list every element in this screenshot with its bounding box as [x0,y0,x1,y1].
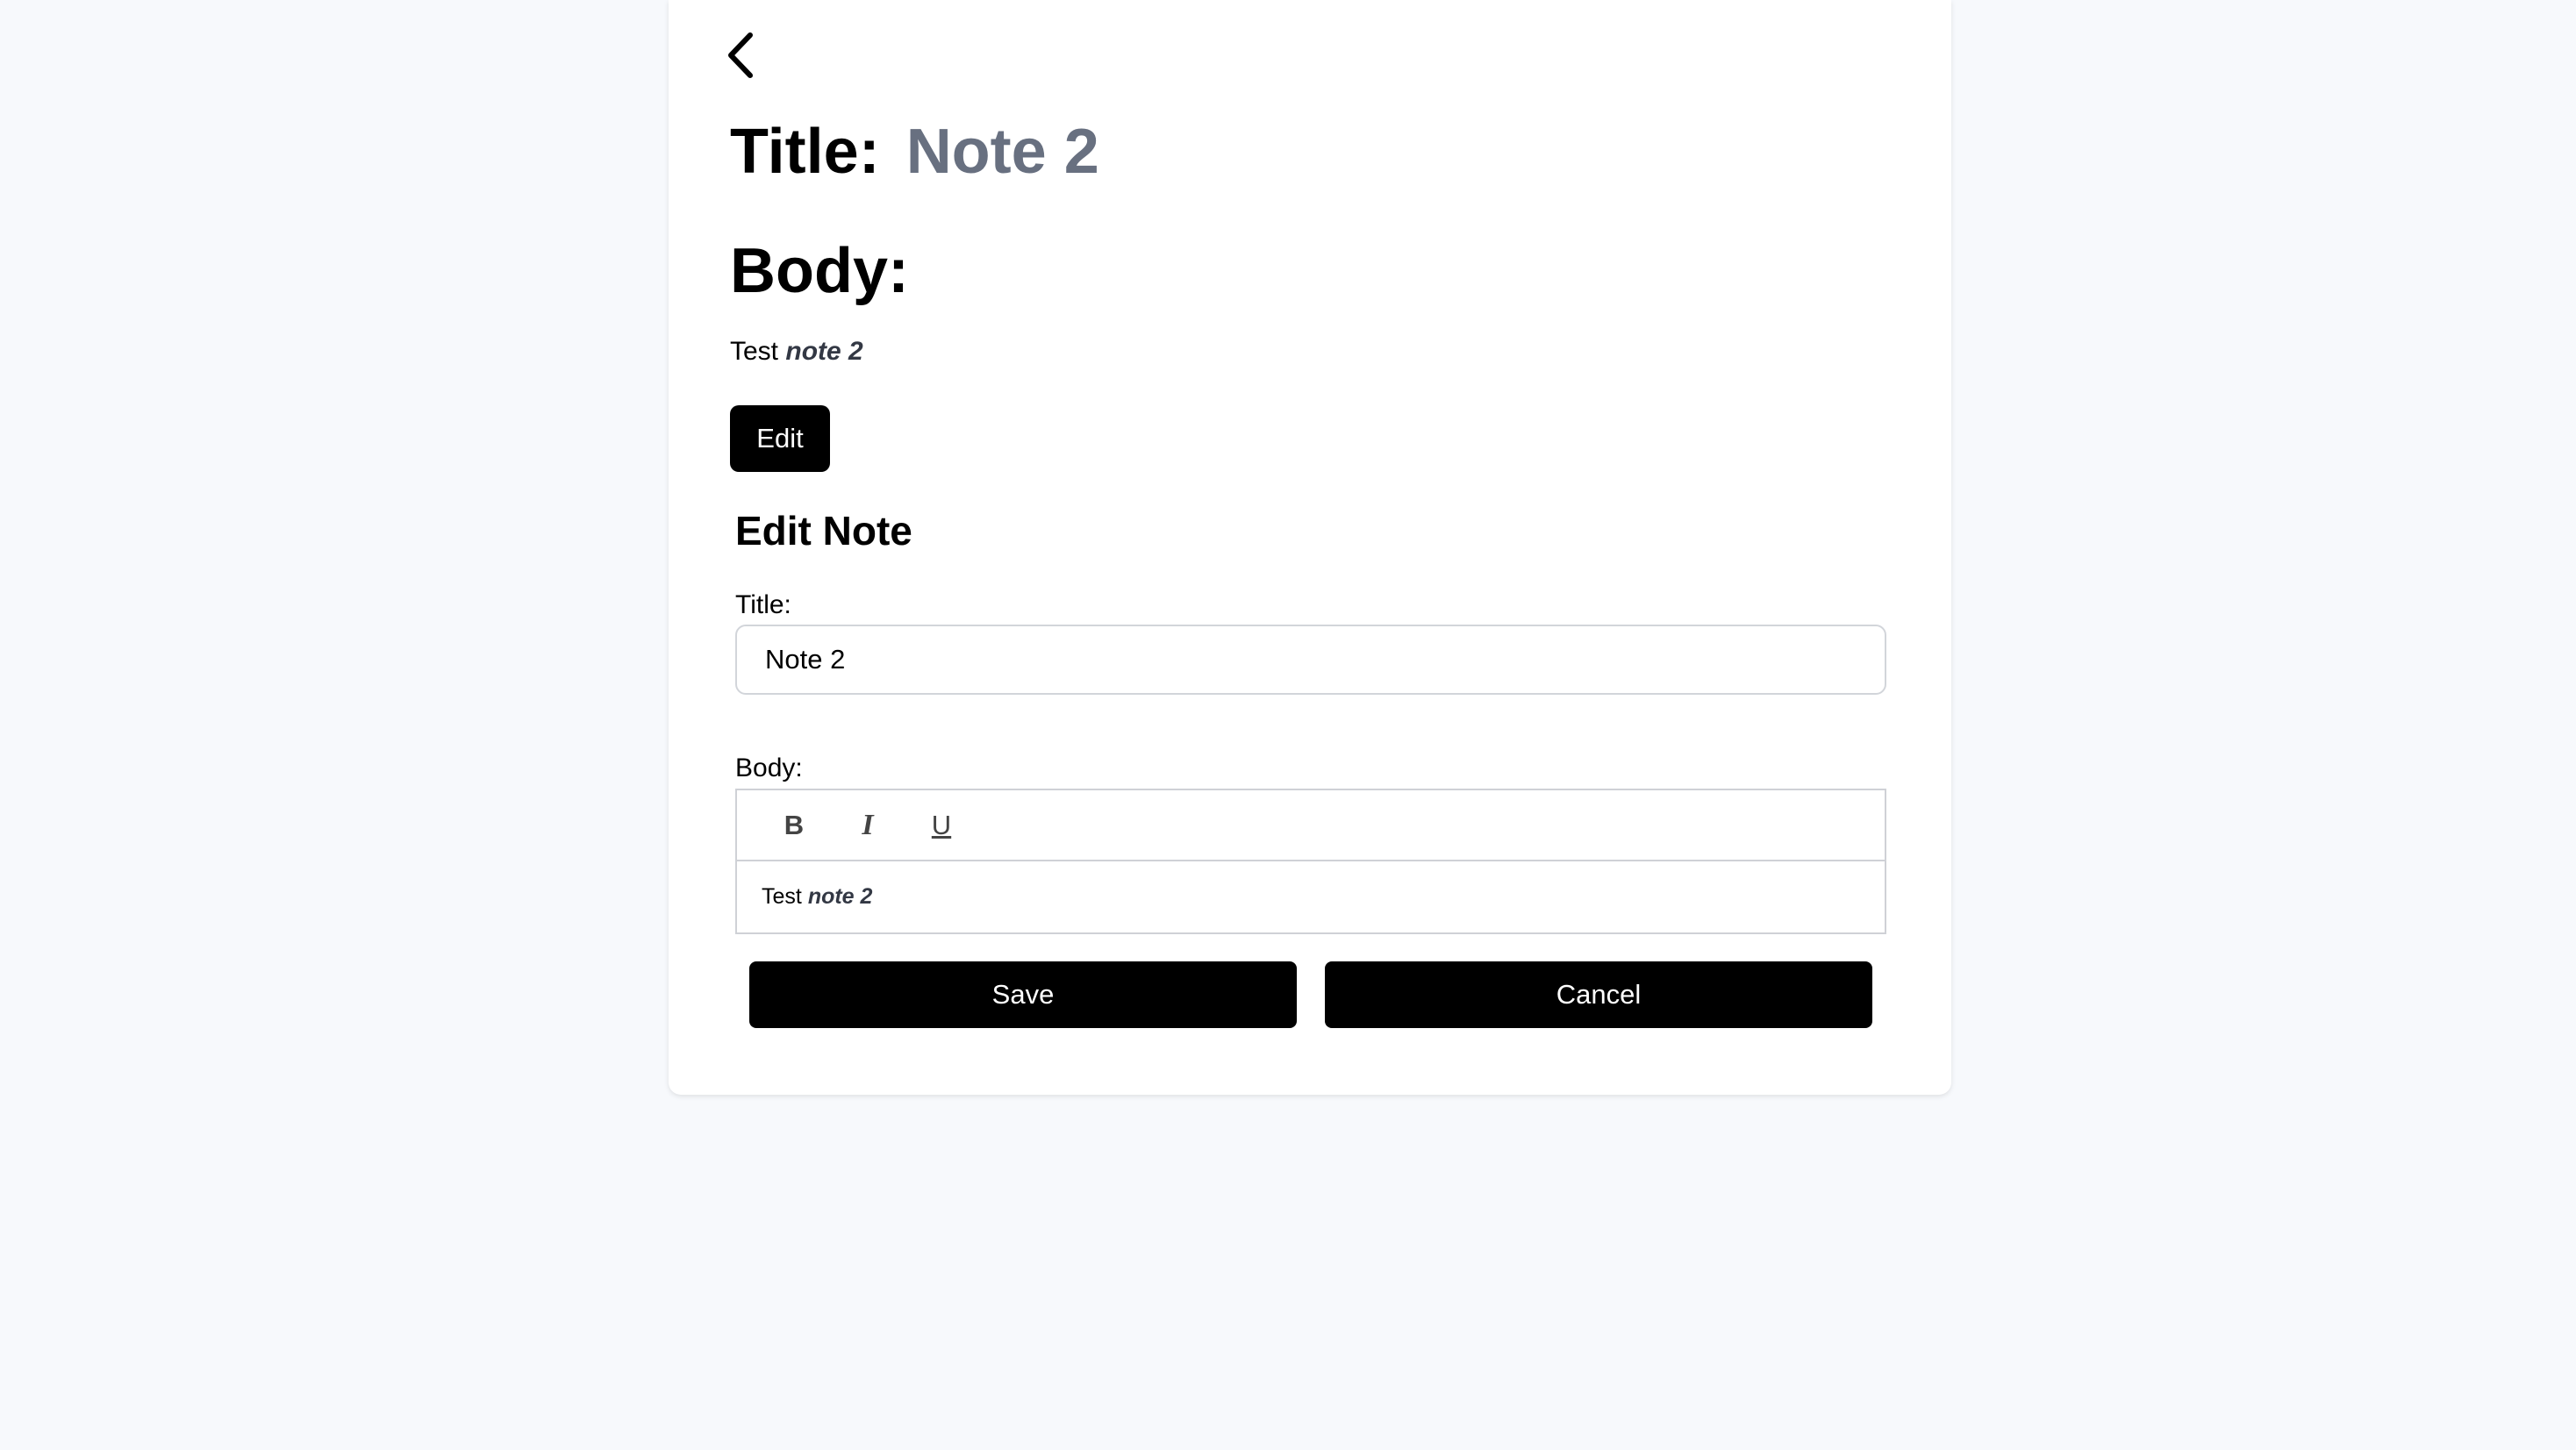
editor-toolbar: B I U [737,790,1885,861]
note-title-label: Title: [730,117,880,187]
note-title-value: Note 2 [905,117,1099,187]
body-preview-emphasis: note 2 [785,337,863,366]
underline-button[interactable]: U [921,805,962,846]
edit-button[interactable]: Edit [730,405,830,472]
cancel-button[interactable]: Cancel [1325,961,1872,1028]
rich-text-editor: B I U Test note 2 [735,789,1886,934]
note-body-preview: Test note 2 [730,333,863,370]
bold-button[interactable]: B [774,805,814,846]
italic-button[interactable]: I [848,805,888,846]
note-body-heading: Body: [730,236,909,306]
note-title: Title: Note 2 [730,112,1099,191]
edit-note-form: Edit Note Title: Body: B I U Test note 2… [735,504,1886,1028]
chevron-left-icon [728,32,753,78]
body-field-label: Body: [735,754,803,782]
edit-note-heading: Edit Note [735,508,912,554]
body-preview-text: Test [730,337,779,366]
editor-text: Test [762,884,802,909]
note-card: Title: Note 2 Body: Test note 2 Edit Edi… [669,0,1951,1095]
body-editor-area[interactable]: Test note 2 [737,861,1885,932]
save-button[interactable]: Save [749,961,1297,1028]
title-input[interactable] [735,625,1886,695]
back-button[interactable] [712,26,770,84]
editor-text-emphasis: note 2 [807,884,873,909]
title-field-label: Title: [735,590,791,619]
